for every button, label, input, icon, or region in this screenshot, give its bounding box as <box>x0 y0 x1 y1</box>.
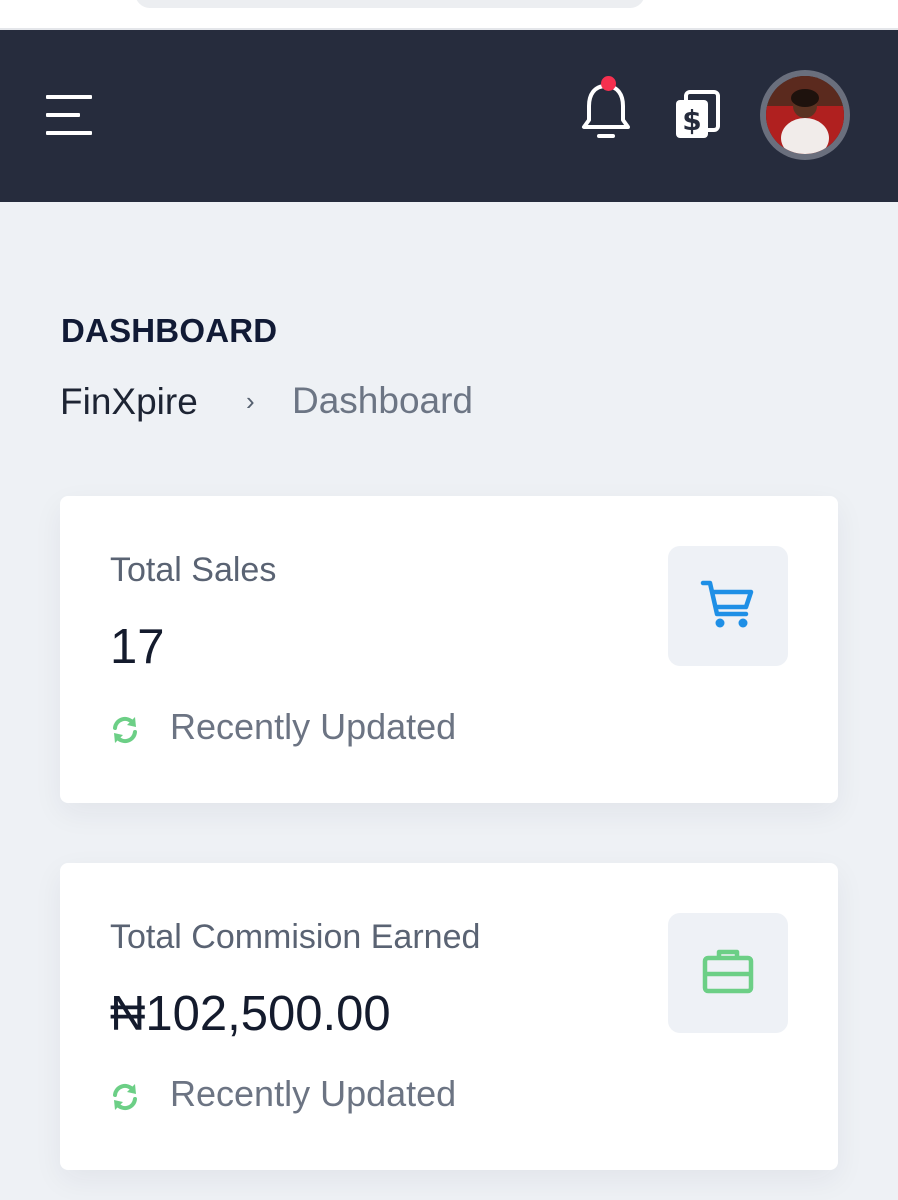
refresh-icon <box>110 715 140 745</box>
status-text: Recently Updated <box>170 706 457 747</box>
briefcase-icon-tile <box>668 913 788 1033</box>
svg-text:$: $ <box>682 104 701 137</box>
breadcrumb-home-link[interactable]: FinXpire <box>60 381 198 423</box>
avatar[interactable] <box>760 70 850 160</box>
notification-dot <box>601 76 616 91</box>
breadcrumb-current: Dashboard <box>292 380 474 421</box>
refresh-icon <box>110 1082 140 1112</box>
cart-icon-tile <box>668 546 788 666</box>
shopping-cart-icon <box>700 576 756 637</box>
card-status: Recently Updated <box>110 705 456 749</box>
status-text: Recently Updated <box>170 1073 457 1114</box>
card-value: ₦102,500.00 <box>110 987 391 1041</box>
total-sales-card: Total Sales 17 Recently Updated <box>60 496 838 803</box>
top-navbar: $ <box>0 30 898 202</box>
card-label: Total Commision Earned <box>110 918 481 956</box>
card-status: Recently Updated <box>110 1072 456 1116</box>
menu-icon[interactable] <box>46 95 94 137</box>
money-cards-icon[interactable]: $ <box>672 88 722 140</box>
chevron-right-icon: › <box>246 386 255 416</box>
page-title: DASHBOARD <box>61 312 278 349</box>
commission-card: Total Commision Earned ₦102,500.00 Recen… <box>60 863 838 1170</box>
briefcase-icon <box>700 943 756 1004</box>
card-label: Total Sales <box>110 551 277 589</box>
browser-url-bar[interactable] <box>135 0 645 8</box>
browser-address-strip <box>0 0 898 30</box>
card-value: 17 <box>110 620 165 674</box>
